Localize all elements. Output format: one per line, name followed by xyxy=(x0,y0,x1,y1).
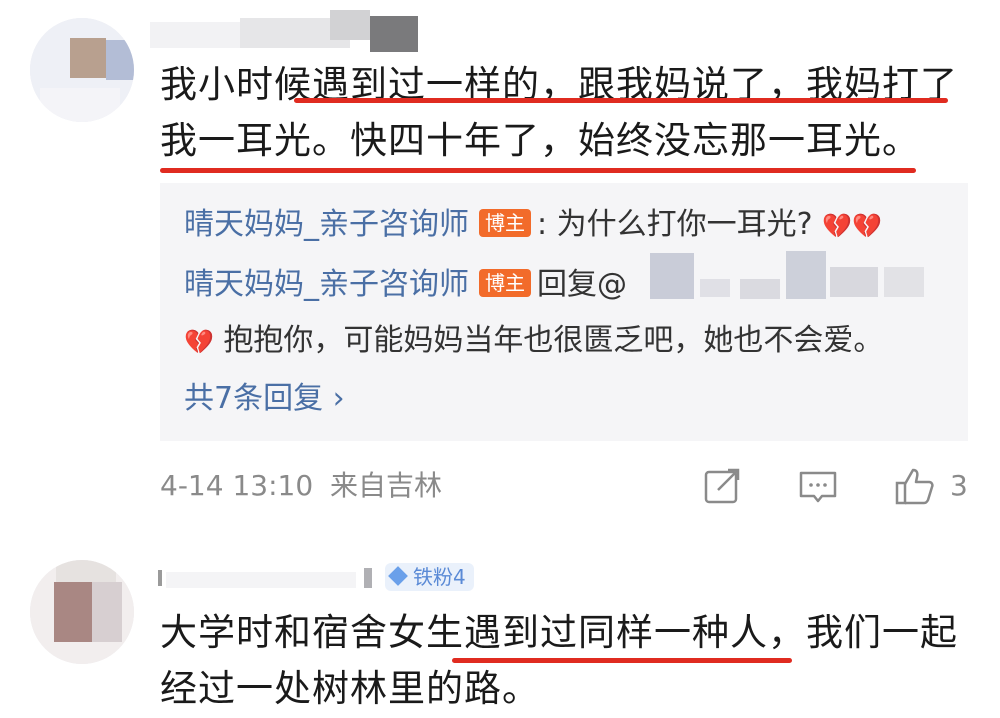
broken-heart-icon: 💔 xyxy=(184,328,214,356)
highlight-underline xyxy=(452,658,792,663)
highlight-underline xyxy=(294,98,948,103)
fan-badge: 铁粉4 xyxy=(385,563,474,591)
comment-location: 来自吉林 xyxy=(330,469,443,502)
like-icon[interactable] xyxy=(893,464,937,508)
reply-text: 回复@ xyxy=(537,267,627,302)
reply-2-continued: 💔 抱抱你，可能妈妈当年也很匮乏吧，她也不会爱。 xyxy=(184,319,883,364)
avatar[interactable] xyxy=(30,18,134,122)
avatar[interactable] xyxy=(30,560,134,664)
reply-text: : 为什么打你一耳光? xyxy=(537,207,813,242)
highlight-underline xyxy=(160,168,916,173)
blogger-badge: 博主 xyxy=(479,209,531,237)
fan-badge-label: 铁粉4 xyxy=(413,565,466,589)
reply-1: 晴天妈妈_亲子咨询师 博主: 为什么打你一耳光? 💔💔 xyxy=(184,203,882,248)
like-count: 3 xyxy=(950,469,968,502)
comment-text-line-2: 我一耳光。快四十年了，始终没忘那一耳光。 xyxy=(160,119,920,162)
comment-text-line-1: 大学时和宿舍女生遇到过同样一种人，我们一起 xyxy=(160,611,958,654)
reply-box[interactable]: 晴天妈妈_亲子咨询师 博主: 为什么打你一耳光? 💔💔 晴天妈妈_亲子咨询师 博主回… xyxy=(160,183,968,441)
blogger-badge: 博主 xyxy=(479,269,531,297)
comment-text-line-1: 我小时候遇到过一样的，跟我妈说了，我妈打了 xyxy=(160,63,958,106)
comment-time: 4-14 13:10 xyxy=(160,469,314,502)
reply-2: 晴天妈妈_亲子咨询师 博主 回复@ xyxy=(184,263,627,307)
reply-text: 抱抱你，可能妈妈当年也很匮乏吧，她也不会爱。 xyxy=(223,323,884,358)
comment-meta: 4-14 13:10 来自吉林 xyxy=(160,466,442,506)
fan-gem-icon xyxy=(388,566,408,586)
reply-author[interactable]: 晴天妈妈_亲子咨询师 xyxy=(184,207,469,242)
share-icon[interactable] xyxy=(700,464,744,508)
comment-icon[interactable] xyxy=(796,464,840,508)
broken-heart-icon: 💔💔 xyxy=(822,212,882,240)
comment-text-line-2: 经过一处树林里的路。 xyxy=(160,667,540,710)
reply-author[interactable]: 晴天妈妈_亲子咨询师 xyxy=(184,267,469,302)
more-replies-link[interactable]: 共7条回复 › xyxy=(184,377,345,421)
